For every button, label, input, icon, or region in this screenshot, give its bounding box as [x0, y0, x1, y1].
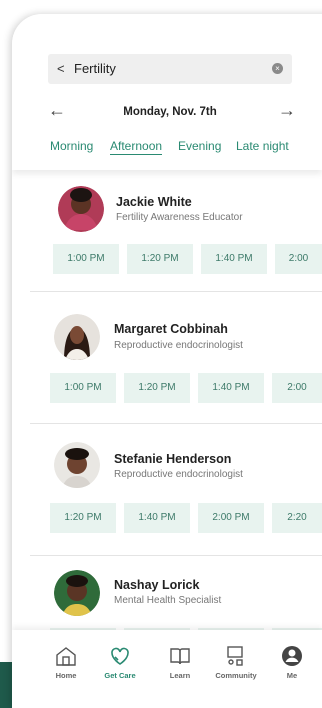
home-icon — [56, 647, 76, 666]
avatar[interactable] — [54, 442, 100, 488]
time-slot-button[interactable]: 1:20 PM — [50, 503, 116, 533]
back-chevron-icon[interactable]: < — [57, 61, 65, 76]
bottom-nav: Home Get Care Learn Community Me — [12, 630, 322, 708]
time-slot-button[interactable]: 1:40 PM — [201, 244, 267, 274]
provider-card: Jackie White Fertility Awareness Educato… — [30, 170, 322, 292]
avatar[interactable] — [54, 314, 100, 360]
time-slot-button[interactable]: 1:00 PM — [50, 373, 116, 403]
provider-role: Reproductive endocrinologist — [114, 469, 243, 480]
current-date: Monday, Nov. 7th — [123, 106, 217, 118]
tab-morning[interactable]: Morning — [50, 139, 93, 153]
book-icon — [170, 648, 190, 665]
nav-me[interactable]: Me — [262, 644, 322, 680]
nav-label: Home — [55, 671, 77, 680]
profile-icon — [282, 646, 302, 666]
time-slot-button[interactable]: 2:00 — [272, 373, 322, 403]
tab-evening[interactable]: Evening — [178, 139, 221, 153]
nav-learn[interactable]: Learn — [150, 644, 210, 680]
nav-label: Learn — [169, 671, 191, 680]
provider-role: Reproductive endocrinologist — [114, 340, 243, 351]
tab-afternoon[interactable]: Afternoon — [110, 139, 163, 155]
provider-name[interactable]: Nashay Lorick — [114, 578, 199, 592]
time-slot-button[interactable]: 2:00 — [275, 244, 322, 274]
nav-label: Get Care — [104, 671, 136, 680]
heart-hands-icon — [111, 647, 129, 665]
provider-name[interactable]: Margaret Cobbinah — [114, 322, 228, 336]
nav-label: Me — [286, 671, 298, 680]
clear-icon[interactable]: × — [272, 63, 283, 74]
screen: < Fertility × ← Monday, Nov. 7th → Morni… — [0, 0, 322, 708]
avatar[interactable] — [54, 570, 100, 616]
provider-card: Nashay Lorick Mental Health Specialist — [30, 556, 322, 658]
community-icon — [227, 646, 243, 666]
tab-late-night[interactable]: Late night — [236, 139, 289, 153]
provider-name[interactable]: Jackie White — [116, 195, 192, 209]
header: < Fertility × ← Monday, Nov. 7th → Morni… — [12, 14, 322, 170]
next-day-arrow-icon[interactable]: → — [278, 100, 296, 121]
time-slot-button[interactable]: 2:20 — [272, 503, 322, 533]
provider-card: Margaret Cobbinah Reproductive endocrino… — [30, 292, 322, 424]
nav-label: Community — [215, 671, 257, 680]
time-slot-button[interactable]: 2:00 PM — [198, 503, 264, 533]
avatar[interactable] — [58, 186, 104, 232]
time-slot-button[interactable]: 1:20 PM — [127, 244, 193, 274]
time-slot-button[interactable]: 1:00 PM — [53, 244, 119, 274]
provider-role: Fertility Awareness Educator — [116, 212, 243, 223]
nav-get-care[interactable]: Get Care — [90, 644, 150, 680]
time-slot-button[interactable]: 1:20 PM — [124, 373, 190, 403]
provider-role: Mental Health Specialist — [114, 595, 222, 606]
provider-card: Stefanie Henderson Reproductive endocrin… — [30, 424, 322, 556]
provider-name[interactable]: Stefanie Henderson — [114, 452, 231, 466]
phone-frame: < Fertility × ← Monday, Nov. 7th → Morni… — [12, 14, 322, 708]
nav-home[interactable]: Home — [36, 644, 96, 680]
time-slot-button[interactable]: 1:40 PM — [124, 503, 190, 533]
nav-community[interactable]: Community — [206, 644, 266, 680]
search-bar[interactable]: < Fertility × — [48, 54, 292, 84]
search-input[interactable]: Fertility — [74, 61, 116, 76]
date-navigator: ← Monday, Nov. 7th → — [48, 100, 296, 124]
time-slot-button[interactable]: 1:40 PM — [198, 373, 264, 403]
